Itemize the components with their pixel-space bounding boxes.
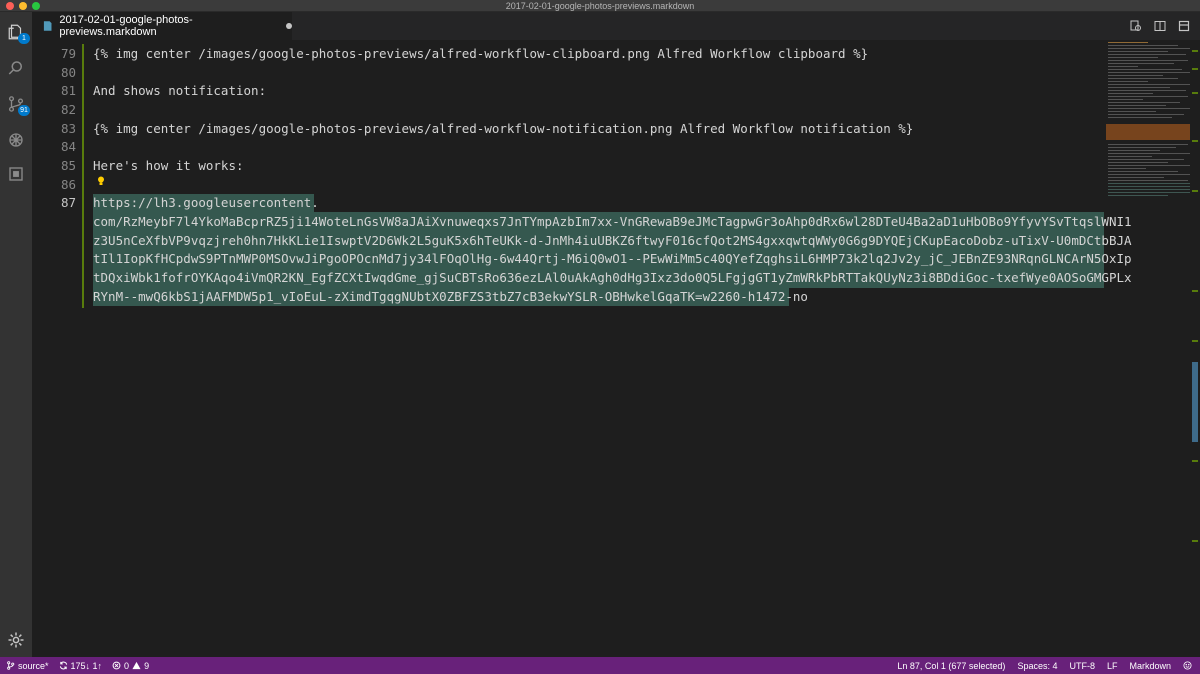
open-preview-icon[interactable] xyxy=(1128,18,1144,34)
warning-icon xyxy=(132,661,141,670)
explorer-icon[interactable]: 1 xyxy=(4,20,30,44)
source-control-icon[interactable]: 91 xyxy=(4,92,30,116)
git-modified-indicator xyxy=(82,44,84,308)
extensions-icon[interactable] xyxy=(4,162,28,186)
error-count: 0 xyxy=(124,660,130,671)
code-line: {% img center /images/google-photos-prev… xyxy=(93,121,914,136)
tab-markdown-file[interactable]: 2017-02-01-google-photos-previews.markdo… xyxy=(32,12,292,40)
selected-url-line: RYnM--mwQ6kbS1jAAFMDW5p1_vIoEuL-zXimdTgq… xyxy=(93,289,808,304)
lightbulb-icon[interactable] xyxy=(96,175,106,187)
status-bar: source* 175↓ 1↑ 0 9 Ln 87, Col 1 (677 se… xyxy=(0,657,1200,674)
line-number: 87 xyxy=(60,195,76,210)
line-number: 85 xyxy=(60,158,76,173)
code-line: And shows notification: xyxy=(93,83,267,98)
language-mode[interactable]: Markdown xyxy=(1129,661,1171,671)
minimap[interactable] xyxy=(1106,40,1190,200)
unsaved-dot-icon[interactable] xyxy=(286,23,292,29)
cursor-position[interactable]: Ln 87, Col 1 (677 selected) xyxy=(897,661,1005,671)
tab-label: 2017-02-01-google-photos-previews.markdo… xyxy=(59,14,193,38)
code-line: {% img center /images/google-photos-prev… xyxy=(93,46,869,61)
problems-indicator[interactable]: 0 9 xyxy=(112,661,149,671)
branch-name: source* xyxy=(18,660,49,671)
debug-icon[interactable] xyxy=(4,128,28,152)
title-bar: 2017-02-01-google-photos-previews.markdo… xyxy=(0,0,1200,12)
indentation[interactable]: Spaces: 4 xyxy=(1017,661,1057,671)
selected-url-line: tDQxiWbk1fofrOYKAqo4iVmQR2KN_EgfZCXtIwqd… xyxy=(93,270,1132,285)
selected-url-line: com/RzMeybF7l4YkoMaBcprRZ5ji14WoteLnGsVW… xyxy=(93,214,1132,229)
end-of-line[interactable]: LF xyxy=(1107,661,1118,671)
encoding[interactable]: UTF-8 xyxy=(1069,661,1095,671)
source-control-badge: 91 xyxy=(18,105,30,116)
settings-gear-icon[interactable] xyxy=(4,628,28,652)
sync-status: 175↓ 1↑ xyxy=(70,660,103,671)
line-number: 81 xyxy=(60,83,76,98)
activity-bar: 1 91 xyxy=(0,12,32,657)
minimap-viewport[interactable] xyxy=(1106,124,1190,140)
code-line: Here's how it works: xyxy=(93,158,244,173)
tab-bar: 2017-02-01-google-photos-previews.markdo… xyxy=(32,12,1200,40)
selected-url-line: https://lh3.googleusercontent. xyxy=(93,195,319,210)
branch-indicator[interactable]: source* xyxy=(6,661,49,671)
selected-url-line: tIl1IopKfHCpdwS9PTnMWP0MSOvwJiPgoOPOcnMd… xyxy=(93,251,1132,266)
vertical-scrollbar[interactable] xyxy=(1190,40,1200,657)
search-icon[interactable] xyxy=(4,56,28,80)
line-number: 80 xyxy=(60,65,76,80)
more-actions-icon[interactable] xyxy=(1176,18,1192,34)
split-editor-icon[interactable] xyxy=(1152,18,1168,34)
markdown-file-icon xyxy=(43,21,52,31)
line-number: 84 xyxy=(60,139,76,154)
line-number-gutter: 79 80 81 82 83 84 85 86 87 xyxy=(32,40,80,657)
feedback-smiley-icon[interactable] xyxy=(1183,661,1192,670)
editor-actions xyxy=(1128,18,1192,34)
explorer-badge: 1 xyxy=(18,33,30,44)
sync-icon xyxy=(59,661,67,670)
git-branch-icon xyxy=(7,661,15,670)
line-number: 79 xyxy=(60,46,76,61)
sync-indicator[interactable]: 175↓ 1↑ xyxy=(59,660,103,671)
warning-count: 9 xyxy=(144,660,150,671)
selected-url-line: z3U5nCeXfbVP9vqzjreh0hn7HkKLie1IswptV2D6… xyxy=(93,233,1132,248)
line-number: 83 xyxy=(60,121,76,136)
error-icon xyxy=(112,661,121,670)
line-number: 82 xyxy=(60,102,76,117)
window-title: 2017-02-01-google-photos-previews.markdo… xyxy=(505,1,695,11)
editor[interactable]: 79 80 81 82 83 84 85 86 87 {% img center… xyxy=(32,40,1192,657)
line-number: 86 xyxy=(60,177,76,192)
